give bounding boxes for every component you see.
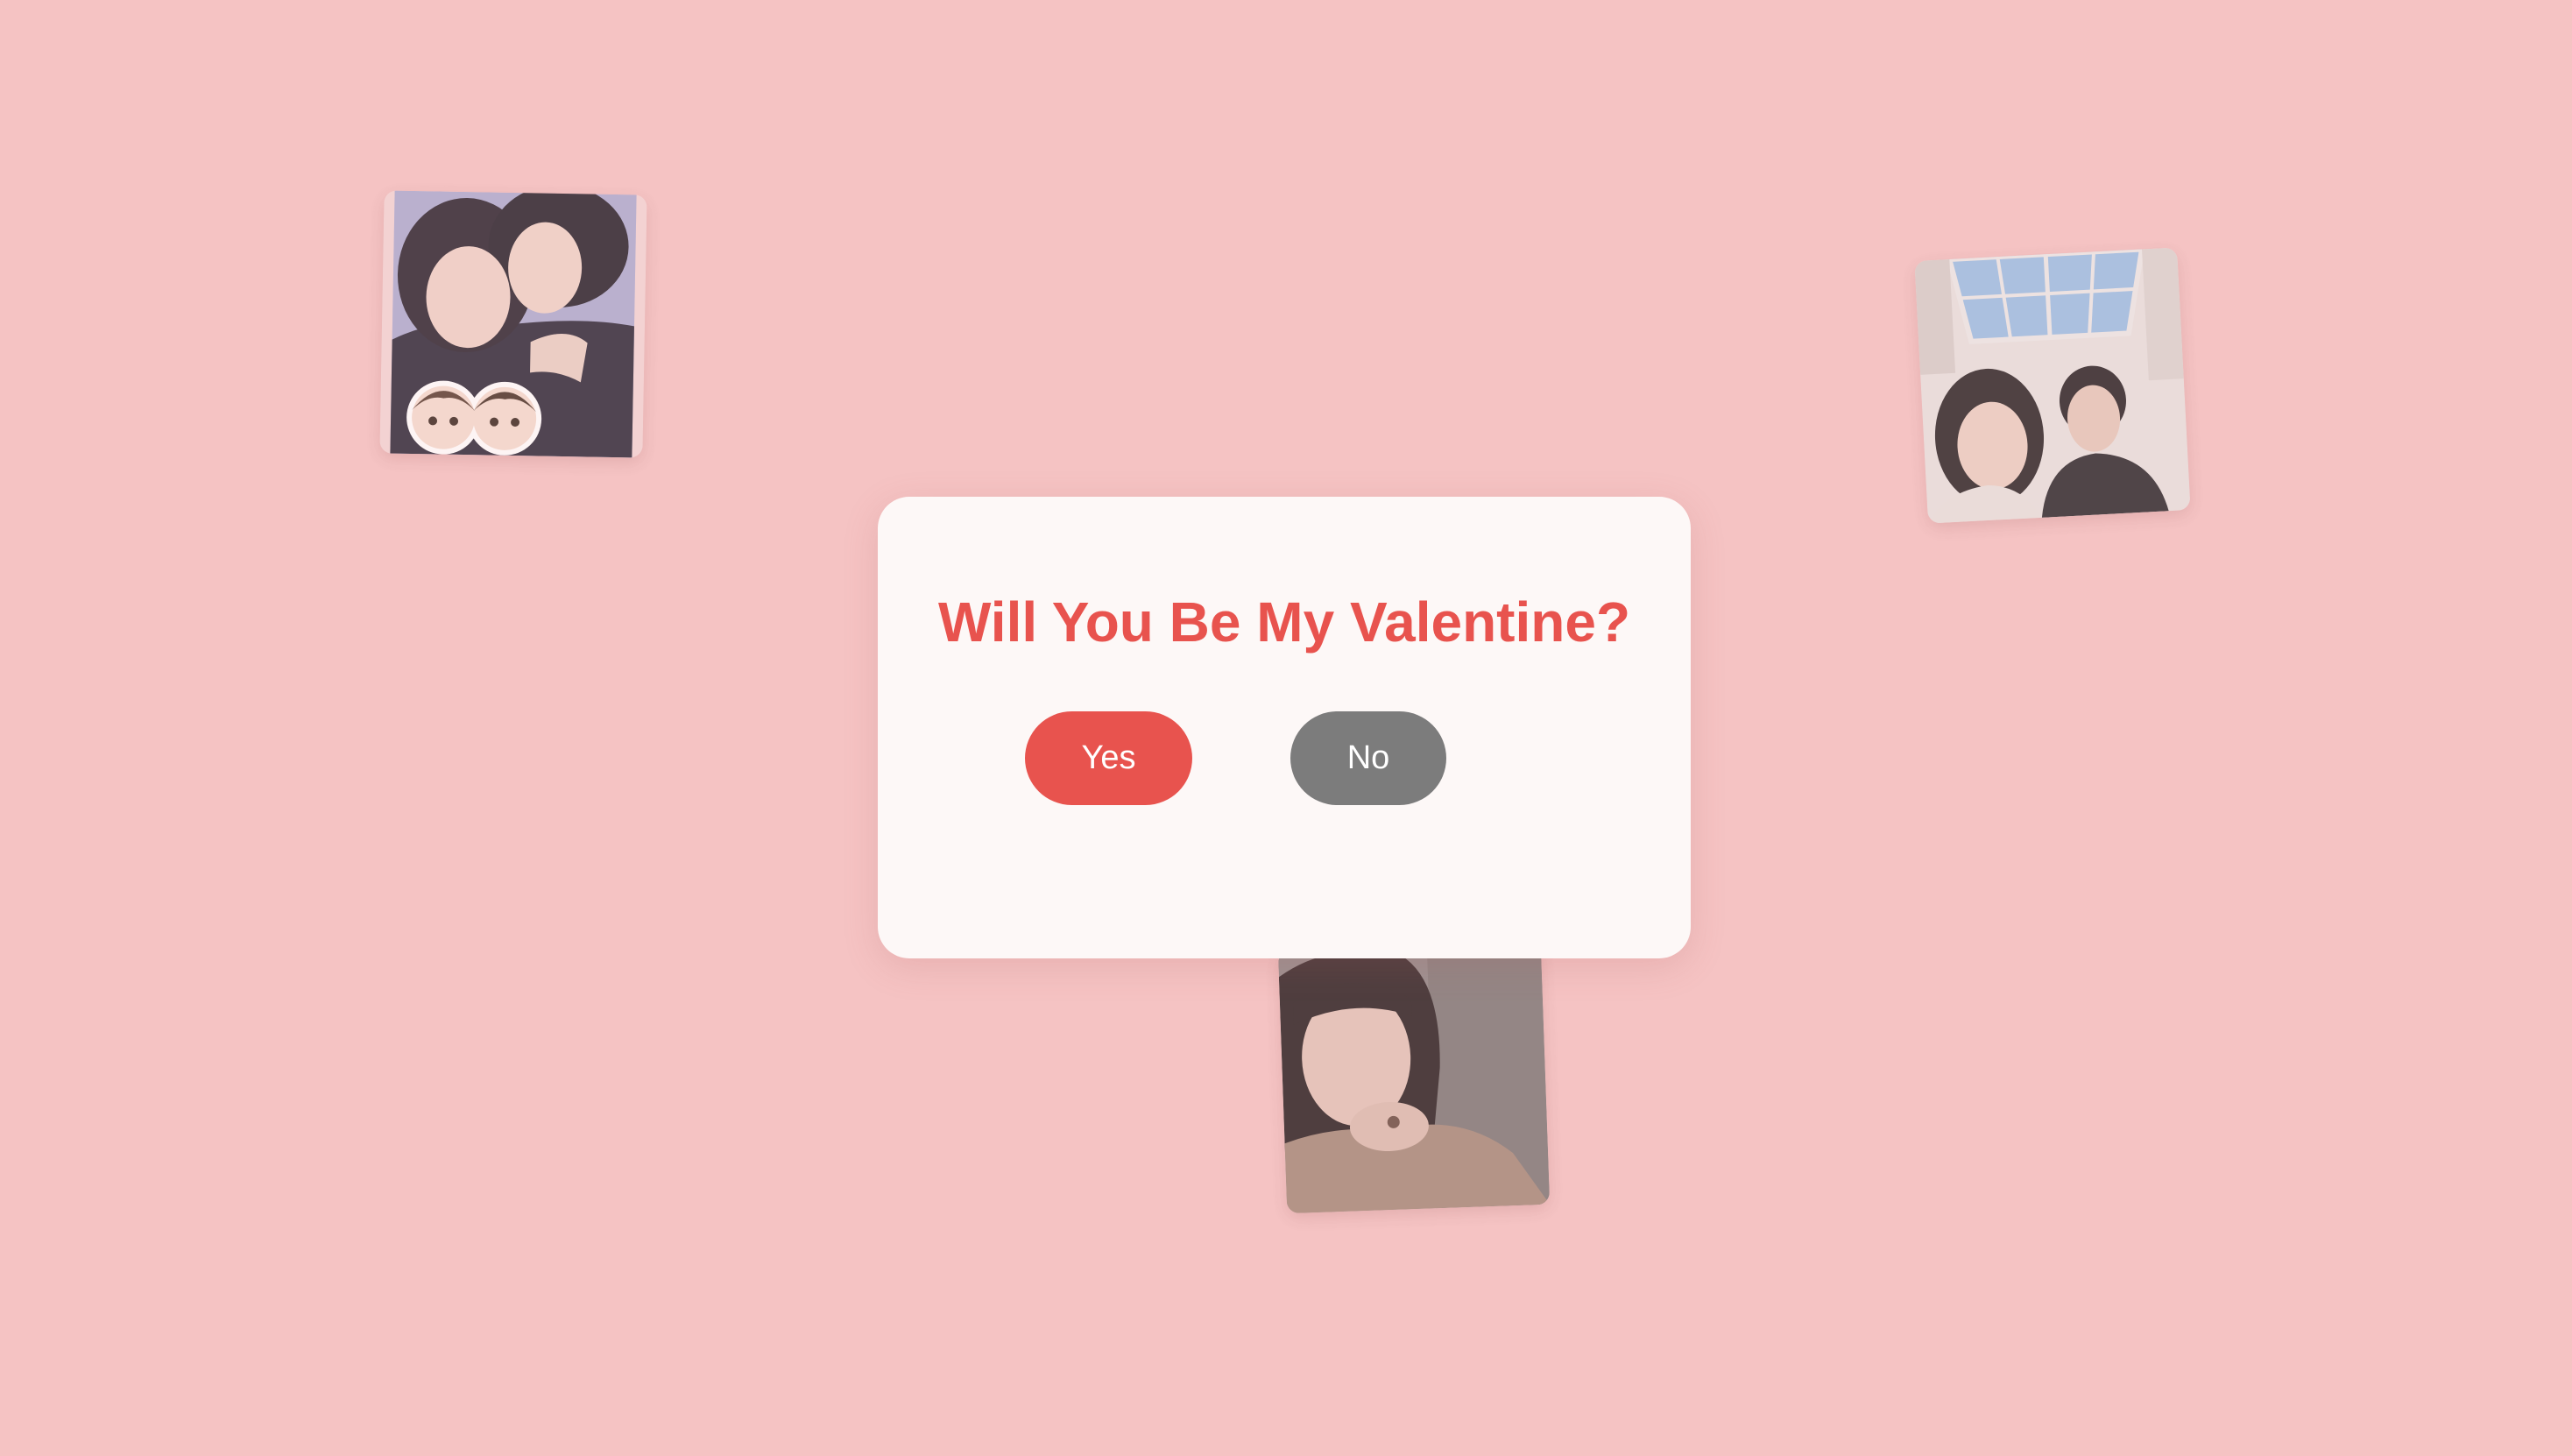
girl-portrait-photo (1277, 941, 1551, 1214)
couple-photo-1-image (379, 190, 647, 458)
couple-photo-2-image (1914, 247, 2191, 524)
couple-photo-1 (379, 190, 647, 458)
couple-photo-2 (1914, 247, 2191, 524)
yes-button[interactable]: Yes (1025, 711, 1192, 805)
valentine-dialog: Will You Be My Valentine? Yes No (878, 497, 1691, 958)
girl-portrait-image (1277, 941, 1551, 1214)
no-button[interactable]: No (1290, 711, 1446, 805)
valentine-question: Will You Be My Valentine? (937, 590, 1631, 654)
